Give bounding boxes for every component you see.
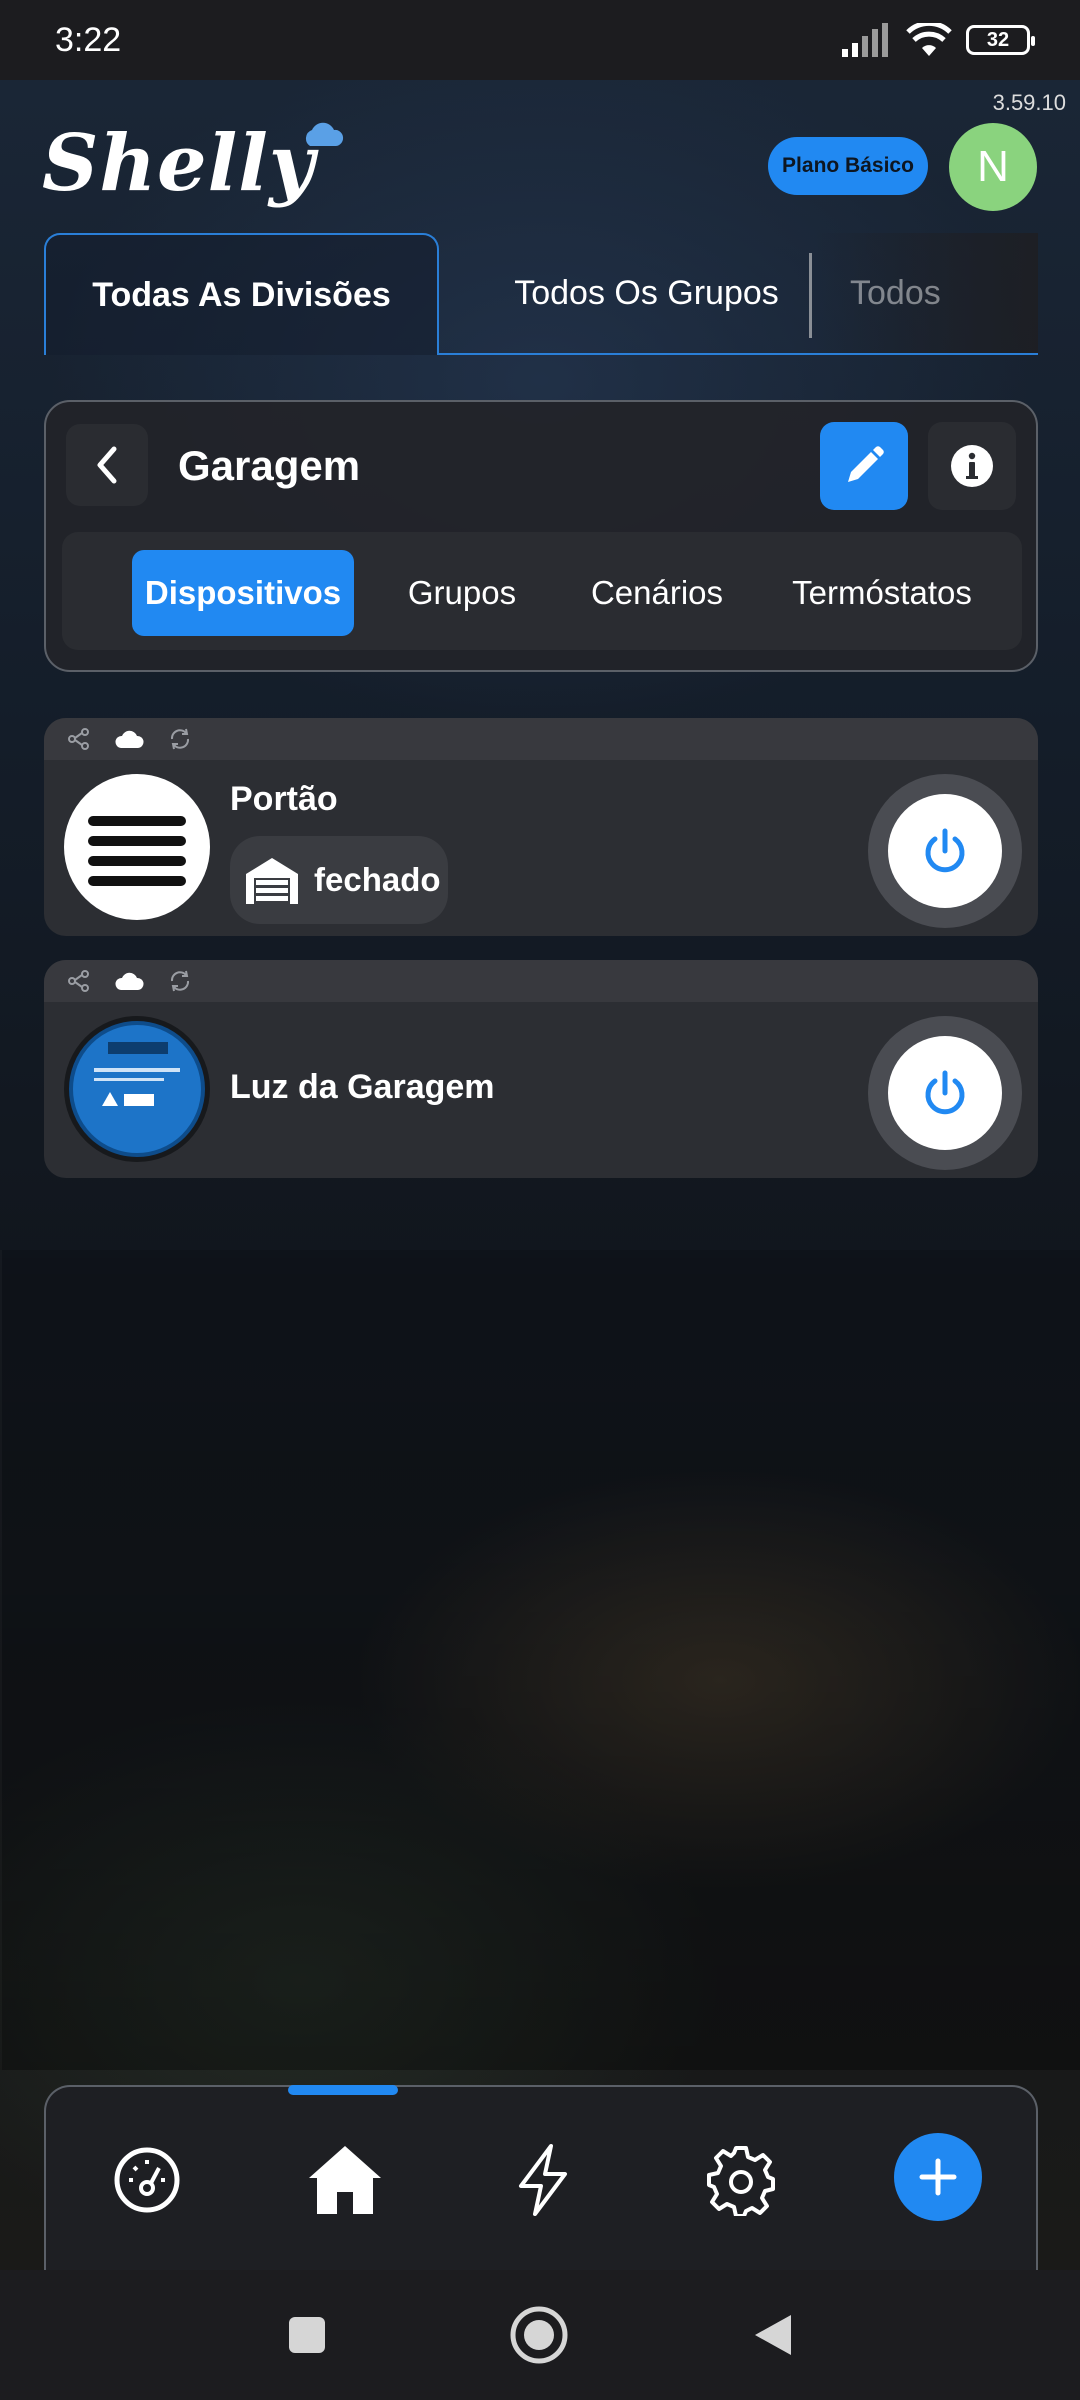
subtab-scenes[interactable]: Cenários: [562, 550, 752, 636]
app-version: 3.59.10: [992, 90, 1066, 115]
triangle-back-icon: [755, 2315, 791, 2355]
device-card-luz-garagem[interactable]: Luz da Garagem: [44, 960, 1038, 1178]
room-title: Garagem: [178, 442, 361, 489]
power-icon: [925, 1070, 965, 1115]
room-panel: Garagem Dispositivos Grupos Cenários Ter…: [44, 400, 1038, 672]
cloud-icon: [115, 730, 144, 748]
tab-all-rooms[interactable]: Todas As Divisões: [44, 233, 439, 355]
recents-button[interactable]: [272, 2300, 342, 2370]
sync-icon: [170, 728, 190, 750]
tabs-underline: [438, 353, 1038, 355]
share-icon: [68, 970, 89, 992]
square-icon: [289, 2317, 325, 2353]
device-card-header: [44, 718, 1038, 760]
device-image-portao: [64, 774, 210, 920]
device-state-chip: fechado: [230, 836, 448, 924]
tab-all-groups[interactable]: Todos Os Grupos: [439, 233, 854, 353]
logo-cloud-icon: [305, 122, 344, 146]
tab-separator: [809, 253, 812, 338]
avatar[interactable]: N: [949, 123, 1037, 211]
nav-dashboard[interactable]: [102, 2135, 192, 2225]
tab-all[interactable]: Todos: [814, 233, 1038, 353]
bottom-navigation: [44, 2085, 1038, 2270]
pencil-icon: [848, 446, 884, 482]
device-card-header: [44, 960, 1038, 1002]
chevron-left-icon: [97, 446, 117, 484]
device-card-portao[interactable]: Portão fechado: [44, 718, 1038, 936]
add-button[interactable]: [894, 2133, 982, 2221]
shelly-relay-device-icon: [69, 1021, 205, 1157]
circle-home-icon: [510, 2306, 568, 2364]
settings-icon: [707, 2146, 775, 2216]
room-tabs: Todas As Divisões Todos Os Grupos Todos: [44, 233, 1038, 355]
device-name: Portão: [230, 780, 338, 818]
subtab-groups[interactable]: Grupos: [382, 550, 542, 636]
power-button-inner: [888, 794, 1002, 908]
device-image-luz-garagem: [64, 1016, 210, 1162]
system-navigation-bar: [0, 2270, 1080, 2400]
power-button-luz-garagem[interactable]: [868, 1016, 1022, 1170]
status-time: 3:22: [55, 20, 122, 59]
battery-indicator: 32: [966, 25, 1035, 55]
device-state: fechado: [314, 861, 441, 898]
home-icon: [309, 2146, 381, 2214]
sync-icon: [170, 970, 190, 992]
back-system-button[interactable]: [738, 2300, 808, 2370]
nav-settings[interactable]: [696, 2135, 786, 2225]
shutter-icon: [88, 816, 186, 886]
edit-room-button[interactable]: [820, 422, 908, 510]
back-button[interactable]: [66, 424, 148, 506]
plus-icon: [919, 2158, 957, 2196]
device-name: Luz da Garagem: [230, 1068, 495, 1106]
dashboard-icon: [114, 2147, 180, 2213]
room-info-button[interactable]: [928, 422, 1016, 510]
nav-actions[interactable]: [498, 2135, 588, 2225]
nav-home[interactable]: [300, 2135, 390, 2225]
power-button-portao[interactable]: [868, 774, 1022, 928]
subtab-thermostats[interactable]: Termóstatos: [762, 550, 1002, 636]
battery-level: 32: [986, 28, 1010, 51]
shelly-logo: Shelly: [42, 118, 316, 209]
status-bar: 3:22 32: [0, 0, 1080, 80]
wifi-icon: [906, 23, 952, 56]
share-icon: [68, 728, 89, 750]
room-subtabs: Dispositivos Grupos Cenários Termóstatos: [62, 532, 1022, 650]
home-system-button[interactable]: [504, 2300, 574, 2370]
power-icon: [925, 828, 965, 873]
info-icon: [951, 445, 993, 487]
cloud-icon: [115, 972, 144, 990]
background-building: [0, 1250, 1080, 2070]
active-nav-indicator: [288, 2085, 398, 2095]
plan-badge[interactable]: Plano Básico: [768, 137, 928, 195]
garage-door-icon: [246, 858, 298, 904]
bolt-icon: [519, 2144, 567, 2216]
power-button-inner: [888, 1036, 1002, 1150]
signal-icon: [842, 23, 888, 57]
subtab-devices[interactable]: Dispositivos: [132, 550, 354, 636]
